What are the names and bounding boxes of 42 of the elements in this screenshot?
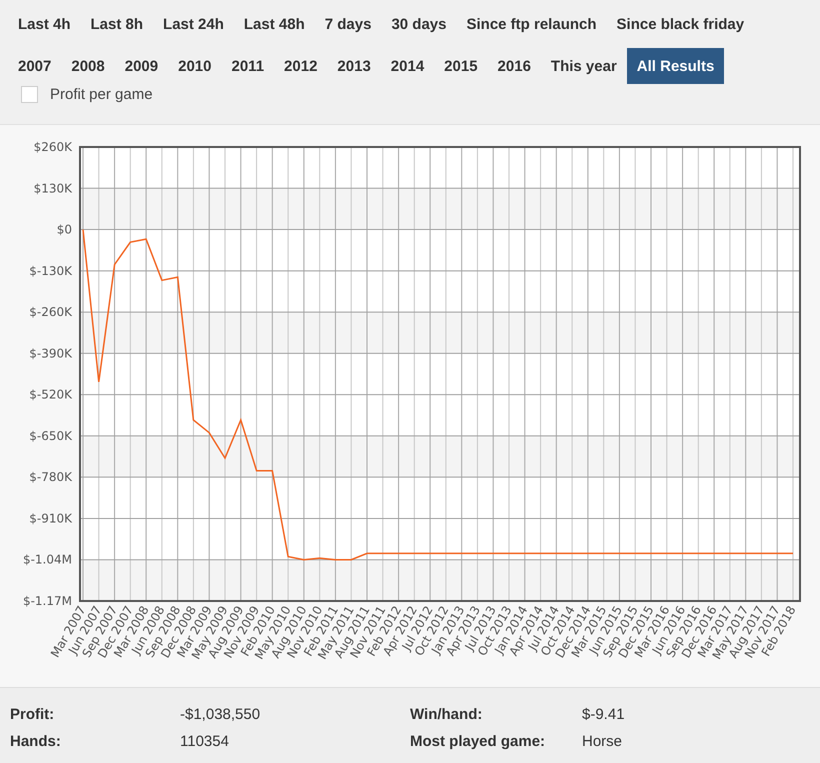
y-axis-label: $260K (34, 140, 72, 154)
y-axis-label: $0 (56, 222, 72, 237)
y-axis-label: $-390K (29, 346, 72, 360)
y-axis-label: $130K (34, 181, 72, 196)
y-axis-label: $-260K (29, 305, 72, 320)
y-axis-label: $-650K (29, 428, 72, 443)
filter-button[interactable]: 7 days (314, 6, 382, 42)
stat-label: Profit: (10, 706, 56, 725)
filter-button[interactable]: 2012 (274, 48, 328, 84)
filter-button[interactable]: Last 4h (8, 6, 81, 42)
y-axis-label: $-1.17M (22, 594, 72, 608)
filter-button[interactable]: Last 48h (234, 6, 315, 42)
y-axis-label: $-520K (29, 388, 72, 402)
y-axis-label: $-1.04M (22, 552, 72, 567)
filter-button[interactable]: 30 days (381, 6, 456, 42)
filter-button[interactable]: Last 24h (153, 6, 234, 42)
filter-button[interactable]: 2009 (114, 48, 168, 84)
stat-label: Win/hand: (410, 706, 484, 725)
filter-button[interactable]: 2007 (8, 48, 62, 84)
filter-button[interactable]: 2016 (488, 48, 541, 84)
stat-value: Horse (582, 733, 624, 752)
filter-button[interactable]: Since black friday (606, 6, 754, 42)
stat-value: 110354 (180, 733, 230, 752)
filter-button[interactable]: 2010 (168, 48, 222, 84)
checkbox-label[interactable]: Profit per game (50, 86, 153, 103)
stat-value: -$1,038,550 (180, 706, 262, 725)
checkbox[interactable] (21, 86, 38, 103)
y-axis-label: $-130K (29, 264, 72, 278)
filter-button[interactable]: 2014 (380, 48, 434, 84)
filter-button[interactable]: 2011 (222, 48, 274, 84)
stat-label: Most played game: (410, 733, 546, 752)
y-axis-label: $-910K (29, 511, 72, 526)
filter-button[interactable]: All Results (626, 48, 724, 84)
stat-label: Hands: (10, 733, 62, 752)
filter-button[interactable]: Last 8h (80, 6, 154, 42)
filter-button[interactable]: Since ftp relaunch (456, 6, 607, 42)
filter-button[interactable]: 2015 (434, 48, 488, 84)
filter-button[interactable]: This year (540, 48, 627, 84)
filter-button[interactable]: 2008 (61, 48, 115, 84)
y-axis-label: $-780K (29, 470, 72, 484)
stat-value: $-9.41 (582, 706, 626, 725)
filter-button[interactable]: 2013 (327, 48, 381, 84)
